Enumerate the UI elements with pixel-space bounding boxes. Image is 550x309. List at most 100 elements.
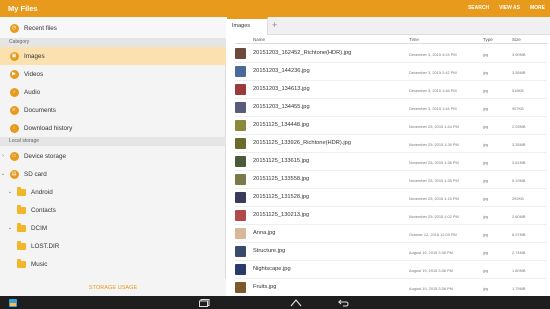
file-row[interactable]: 20151203_162452_Richtone(HDR).jpg Decembe… (235, 45, 547, 63)
back-icon[interactable] (336, 298, 350, 307)
file-type: jpg (483, 70, 489, 75)
sidebar-item-recent-files[interactable]: ◷ Recent files (0, 17, 226, 38)
file-row[interactable]: 20151125_130213.jpg November 25, 2015 1:0… (235, 207, 547, 225)
file-name: 20151203_144236.jpg (253, 68, 310, 74)
image-thumbnail-icon (235, 174, 246, 185)
image-thumbnail-icon (235, 120, 246, 131)
folder-icon (16, 240, 26, 251)
sidebar-item-label: Recent files (24, 24, 57, 32)
sidebar-item-images[interactable]: ▣ Images (0, 47, 226, 65)
search-button[interactable]: SEARCH (468, 5, 489, 11)
file-row[interactable]: 20151203_134455.jpg December 3, 2015 1:44… (235, 99, 547, 117)
file-time: November 25, 2015 1:35 PM (409, 178, 459, 183)
file-size: 1.79MB (512, 286, 526, 291)
system-nav-bar (0, 296, 550, 309)
folder-icon (16, 222, 26, 233)
image-thumbnail-icon (235, 66, 246, 77)
gallery-app-icon[interactable] (8, 298, 18, 307)
file-type: jpg (483, 286, 489, 291)
file-row[interactable]: Fruits.jpg August 19, 2015 3:36 PM jpg 1.79… (235, 279, 547, 297)
folder-item-lost-dir[interactable]: LOST.DIR (0, 237, 226, 255)
home-icon[interactable] (288, 298, 304, 307)
file-size: 1.80MB (512, 268, 526, 273)
file-time: October 12, 2015 12:00 PM (409, 232, 457, 237)
sidebar-item-audio[interactable]: ♪ Audio (0, 83, 226, 101)
file-type: jpg (483, 52, 489, 57)
storage-usage-button[interactable]: STORAGE USAGE (0, 279, 226, 296)
file-row[interactable]: 20151125_131528.jpg November 25, 2015 1:1… (235, 189, 547, 207)
sidebar-item-videos[interactable]: ▶ Videos (0, 65, 226, 83)
column-header-type[interactable]: Type (483, 37, 493, 42)
recent-apps-icon[interactable] (197, 298, 211, 307)
folder-label: Contacts (31, 206, 56, 214)
column-header-name[interactable]: Name (253, 37, 265, 42)
file-name: Fruits.jpg (253, 284, 277, 290)
file-time: December 3, 2015 1:44 PM (409, 106, 457, 111)
file-time: August 19, 2015 3:36 PM (409, 250, 453, 255)
image-thumbnail-icon (235, 102, 246, 113)
sidebar-item-label: SD card (24, 170, 47, 178)
app-bar: My Files SEARCH VIEW AS MORE (0, 0, 550, 17)
category-header: Category (0, 38, 226, 47)
folder-item-music[interactable]: Music (0, 255, 226, 273)
sidebar-item-sd-card[interactable]: ⌄ ▤ SD card (0, 165, 226, 183)
column-header-size[interactable]: Size (512, 37, 521, 42)
sidebar-item-download-history[interactable]: ↓ Download history (0, 119, 226, 137)
chevron-down-icon[interactable]: ⌄ (7, 225, 13, 231)
folder-icon (16, 258, 26, 269)
file-time: December 3, 2015 4:24 PM (409, 52, 457, 57)
file-type: jpg (483, 214, 489, 219)
download-icon: ↓ (9, 123, 19, 133)
file-row[interactable]: 20151125_133558.jpg November 25, 2015 1:3… (235, 171, 547, 189)
file-name: 20151203_162452_Richtone(HDR).jpg (253, 50, 352, 56)
folder-icon (16, 186, 26, 197)
file-name: Anna.jpg (253, 230, 276, 236)
clock-icon: ◷ (9, 23, 19, 33)
chevron-down-icon[interactable]: ⌄ (7, 189, 13, 195)
file-row[interactable]: 20151125_133926_Richtone(HDR).jpg Novembe… (235, 135, 547, 153)
more-button[interactable]: MORE (530, 5, 545, 11)
folder-item-contacts[interactable]: Contacts (0, 201, 226, 219)
file-type: jpg (483, 160, 489, 165)
chevron-down-icon[interactable]: ⌄ (0, 171, 6, 177)
file-name: 20151125_134448.jpg (253, 122, 310, 128)
folder-label: Music (31, 260, 48, 268)
image-thumbnail-icon (235, 48, 246, 59)
sidebar-item-documents[interactable]: ≡ Documents (0, 101, 226, 119)
file-row[interactable]: Structure.jpg August 19, 2015 3:36 PM jpg 2… (235, 243, 547, 261)
file-row[interactable]: 20151125_134448.jpg November 25, 2015 1:4… (235, 117, 547, 135)
folder-item-dcim[interactable]: ⌄ DCIM (0, 219, 226, 237)
file-time: November 25, 2015 1:15 PM (409, 196, 459, 201)
file-type: jpg (483, 178, 489, 183)
sidebar: ◷ Recent files Category ▣ Images ▶ Video… (0, 17, 226, 296)
file-name: Structure.jpg (253, 248, 286, 254)
image-thumbnail-icon (235, 84, 246, 95)
view-as-button[interactable]: VIEW AS (499, 5, 520, 11)
column-header-time[interactable]: Time (409, 37, 419, 42)
file-row[interactable]: Anna.jpg October 12, 2015 12:00 PM jpg 8.07… (235, 225, 547, 243)
file-type: jpg (483, 268, 489, 273)
sidebar-item-label: Device storage (24, 152, 66, 160)
tab-images[interactable]: Images (227, 17, 268, 35)
file-name: 20151125_133558.jpg (253, 176, 310, 182)
file-type: jpg (483, 196, 489, 201)
file-type: jpg (483, 232, 489, 237)
file-time: November 25, 2015 1:36 PM (409, 160, 459, 165)
sidebar-item-device-storage[interactable]: › ▭ Device storage (0, 147, 226, 165)
chevron-right-icon[interactable]: › (0, 153, 6, 159)
file-time: December 3, 2015 1:46 PM (409, 88, 457, 93)
folder-label: LOST.DIR (31, 242, 60, 250)
file-size: 2.03MB (512, 124, 526, 129)
sidebar-item-label: Videos (24, 70, 44, 78)
file-row[interactable]: 20151203_144236.jpg December 3, 2015 2:42… (235, 63, 547, 81)
file-row[interactable]: Nightscape.jpg August 19, 2015 3:36 PM jpg… (235, 261, 547, 279)
file-name: 20151125_130213.jpg (253, 212, 310, 218)
add-tab-button[interactable]: + (272, 20, 277, 30)
image-thumbnail-icon (235, 192, 246, 203)
file-row[interactable]: 20151125_133615.jpg November 25, 2015 1:3… (235, 153, 547, 171)
folder-item-android[interactable]: ⌄ Android (0, 183, 226, 201)
file-row[interactable]: 20151203_134613.jpg December 3, 2015 1:46… (235, 81, 547, 99)
file-size: 516KB (512, 88, 524, 93)
image-thumbnail-icon (235, 246, 246, 257)
file-time: December 3, 2015 2:42 PM (409, 70, 457, 75)
